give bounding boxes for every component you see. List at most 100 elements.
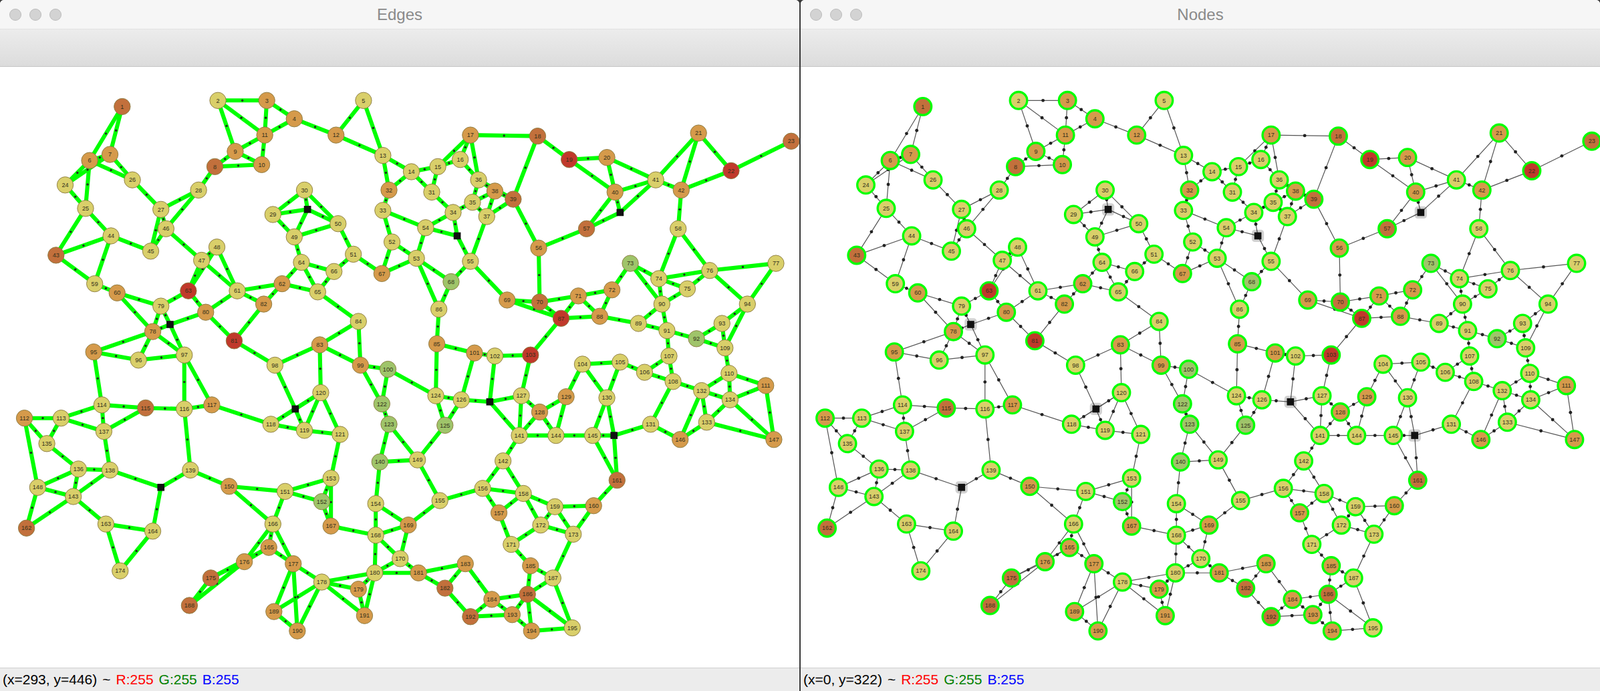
edge-point (1410, 173, 1414, 177)
edge-point (459, 493, 462, 496)
node-label: 70 (536, 298, 543, 306)
graph-node: 29 (264, 206, 281, 223)
edge-point (489, 499, 492, 502)
edge-point (466, 375, 469, 378)
node-label: 34 (449, 209, 457, 216)
image-canvas[interactable]: 1234567891011121314151617181920212223242… (0, 66, 800, 668)
node-label: 48 (213, 243, 220, 251)
edge-point (402, 441, 405, 444)
edge-point (372, 126, 375, 129)
depot-marker (1414, 206, 1427, 219)
edge-point (986, 437, 990, 442)
toolbar (0, 29, 800, 67)
edge-point (439, 409, 442, 412)
edge-point (1098, 418, 1103, 422)
edge-point (669, 367, 672, 370)
graph-node: 86 (430, 300, 447, 317)
minimize-button[interactable] (830, 8, 843, 21)
node-label: 153 (326, 475, 337, 482)
edge-point (604, 491, 607, 494)
node-label: 6 (88, 157, 92, 164)
zoom-button[interactable] (49, 8, 62, 21)
edge-point (1226, 282, 1230, 286)
node-label: 2 (216, 97, 220, 105)
edge-point (135, 550, 138, 553)
edge-point (338, 354, 341, 357)
node-label: 154 (370, 500, 381, 508)
node-label: 52 (1188, 238, 1196, 246)
edge-point (528, 422, 531, 425)
edge-point (727, 286, 730, 289)
graph-node: 58 (670, 220, 687, 237)
edge-point (270, 534, 273, 537)
edge-point (160, 356, 163, 359)
graph-node: 19 (1361, 151, 1379, 169)
edge-point (518, 603, 521, 606)
node-label: 104 (577, 360, 588, 368)
edge-point (321, 215, 324, 218)
graph-node: 11 (256, 126, 273, 144)
close-button[interactable] (9, 8, 22, 21)
node-label: 28 (995, 187, 1003, 194)
edge-point (1220, 241, 1224, 245)
graph-node: 78 (144, 323, 161, 340)
edge-point (272, 292, 275, 295)
node-label: 142 (497, 457, 508, 465)
edge-point (249, 296, 252, 299)
edge-point (1239, 409, 1244, 413)
edge-point (81, 423, 84, 426)
edge-point (314, 125, 317, 128)
edge-point (1373, 378, 1377, 383)
minimize-button[interactable] (29, 8, 42, 21)
edge-point (1303, 133, 1307, 138)
edge-point (186, 317, 189, 320)
edge-point (157, 238, 160, 241)
image-canvas[interactable]: 1234567891011121314151617181920212223242… (800, 66, 1600, 668)
edge-point (286, 426, 289, 429)
edge-point (1409, 415, 1413, 419)
graph-node: 4 (286, 110, 303, 127)
edge-point (1108, 275, 1113, 279)
edge-point (451, 411, 454, 414)
edge-point (667, 183, 670, 186)
edge-point (1078, 505, 1082, 510)
graph-node: 77 (767, 255, 784, 272)
edge-point (453, 149, 456, 152)
edge-point (1020, 300, 1024, 304)
graph-node: 24 (56, 177, 73, 194)
close-button[interactable] (810, 8, 823, 21)
edge-point (760, 282, 763, 285)
edge-point (524, 222, 527, 225)
edge-point (854, 490, 859, 494)
edge-point (714, 380, 717, 383)
graph-node: 117 (203, 396, 220, 414)
edge-point (1252, 411, 1256, 415)
graph-node: 125 (437, 417, 454, 434)
edge-point (1303, 417, 1307, 421)
zoom-button[interactable] (850, 8, 863, 21)
edge-point (993, 274, 998, 278)
edge-point (334, 455, 337, 458)
edge-point (239, 116, 242, 119)
edge-point (338, 332, 341, 335)
street-edge (1094, 564, 1099, 632)
edge-point (1256, 600, 1260, 605)
graph-node: 46 (157, 220, 174, 237)
edge-point (834, 429, 839, 433)
graph-node: 1 (914, 98, 932, 116)
edge-point (1041, 98, 1045, 103)
edge-point (1535, 324, 1539, 328)
node-label: 166 (268, 520, 279, 528)
street-edge (217, 100, 265, 136)
edge-point (1522, 334, 1526, 338)
edge-point (536, 434, 539, 437)
edge-point (768, 411, 771, 414)
edge-point (1489, 159, 1493, 164)
street-edge (825, 418, 839, 488)
edge-point (861, 454, 865, 458)
edge-point (914, 128, 919, 133)
image-window: Edges12345678910111213141516171819202122… (0, 0, 800, 691)
graph-node: 33 (374, 202, 391, 219)
node-label: 63 (185, 287, 192, 295)
graph-node: 20 (598, 149, 615, 166)
